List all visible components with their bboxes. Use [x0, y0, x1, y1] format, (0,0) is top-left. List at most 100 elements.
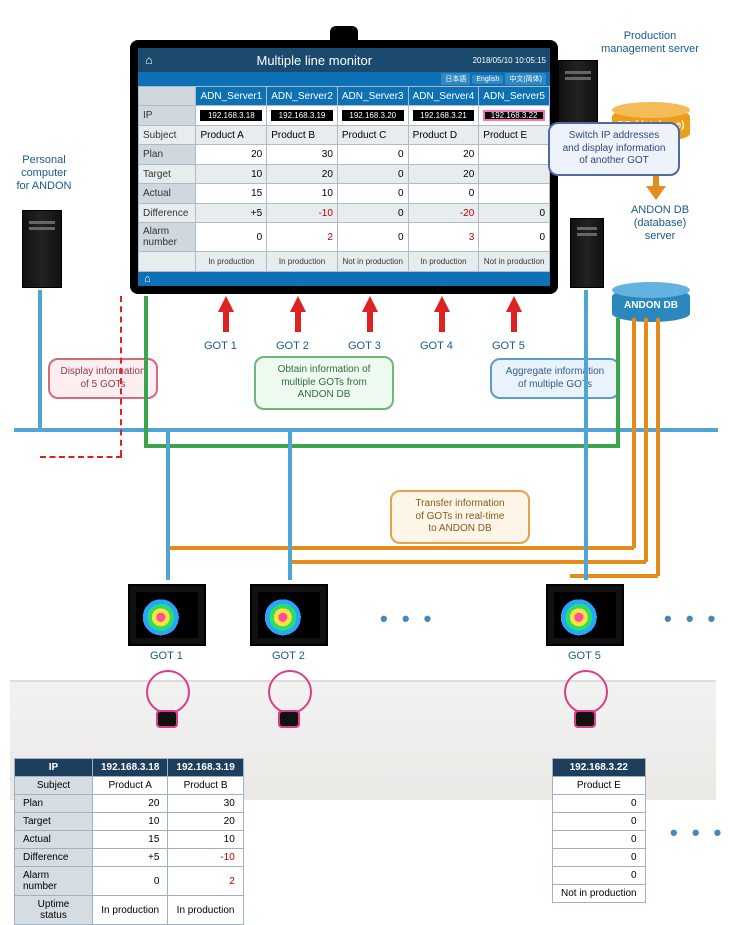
- status-4: In production: [408, 252, 479, 272]
- subject-4: Product D: [408, 125, 479, 144]
- plan-row: Plan 20 30 0 20: [139, 145, 550, 164]
- db-andon: ANDON DB: [612, 288, 690, 322]
- server-1: ADN_Server1: [196, 87, 267, 106]
- drop-got2: [288, 428, 292, 580]
- label-pc-andon: Personal computer for ANDON: [12, 154, 76, 194]
- circle-got5: [564, 670, 608, 714]
- ip-5[interactable]: 192.168.3.22: [483, 110, 545, 121]
- bubble-obtain: Obtain information of multiple GOTs from…: [254, 356, 394, 410]
- diff-5: 0: [479, 203, 550, 222]
- ellipsis-2: • • •: [664, 606, 719, 632]
- alarm-row: Alarm number 0 2 0 3 0: [139, 223, 550, 252]
- diff-1: +5: [196, 203, 267, 222]
- arrow-got5: [506, 296, 522, 312]
- title-bar: ⌂ Multiple line monitor 2018/05/10 10:05…: [138, 48, 550, 72]
- subject-row: Subject Product A Product B Product C Pr…: [139, 125, 550, 144]
- plan-5: [479, 145, 550, 164]
- actual-2: 10: [267, 184, 338, 203]
- net-or-2: [644, 318, 648, 562]
- ip-4[interactable]: 192.168.3.21: [413, 110, 475, 121]
- plan-1: 20: [196, 145, 267, 164]
- got-device-1: [128, 584, 206, 646]
- diff-3: 0: [337, 203, 408, 222]
- alarm-2: 2: [267, 223, 338, 252]
- summary-table-right: 192.168.3.22Product E00000Not in product…: [552, 758, 646, 903]
- net-red-dash-v: [120, 296, 122, 456]
- lang-en[interactable]: English: [472, 75, 503, 84]
- target-5: [479, 164, 550, 183]
- row-label-ip: IP: [139, 106, 196, 125]
- monitor-table: ADN_Server1 ADN_Server2 ADN_Server3 ADN_…: [138, 86, 550, 272]
- station-got2: [280, 712, 298, 726]
- bubble-aggregate: Aggregate information of multiple GOTs: [490, 358, 620, 399]
- row-label-target: Target: [139, 164, 196, 183]
- actual-row: Actual 15 10 0 0: [139, 184, 550, 203]
- net-green-v: [144, 296, 148, 444]
- diff-2: -10: [267, 203, 338, 222]
- datetime: 2018/05/10 10:05:15: [469, 56, 550, 65]
- got-device-5: [546, 584, 624, 646]
- circle-got2: [268, 670, 312, 714]
- target-4: 20: [408, 164, 479, 183]
- actual-1: 15: [196, 184, 267, 203]
- server-header-row: ADN_Server1 ADN_Server2 ADN_Server3 ADN_…: [139, 87, 550, 106]
- page-title: Multiple line monitor: [160, 53, 469, 68]
- summary-table-left: IP192.168.3.18192.168.3.19SubjectProduct…: [14, 758, 244, 925]
- got-device-2: [250, 584, 328, 646]
- target-3: 0: [337, 164, 408, 183]
- lang-zh[interactable]: 中文(简体): [505, 73, 546, 85]
- target-1: 10: [196, 164, 267, 183]
- station-got5: [576, 712, 594, 726]
- alarm-3: 0: [337, 223, 408, 252]
- net-or-h2: [288, 560, 646, 564]
- bubble-display5: Display information of 5 GOTs: [48, 358, 158, 399]
- bubble-transfer: Transfer information of GOTs in real-tim…: [390, 490, 530, 544]
- subject-2: Product B: [267, 125, 338, 144]
- home-icon[interactable]: ⌂: [138, 53, 160, 67]
- server-2: ADN_Server2: [267, 87, 338, 106]
- subject-3: Product C: [337, 125, 408, 144]
- row-label-plan: Plan: [139, 145, 196, 164]
- label-prod-server: Production management server: [590, 30, 710, 56]
- home-icon-footer[interactable]: ⌂: [138, 273, 157, 285]
- net-or-3: [656, 318, 660, 576]
- actual-4: 0: [408, 184, 479, 203]
- plan-3: 0: [337, 145, 408, 164]
- alarm-5: 0: [479, 223, 550, 252]
- actual-5: [479, 184, 550, 203]
- alarm-1: 0: [196, 223, 267, 252]
- got-label-3: GOT 3: [348, 340, 381, 353]
- got-dev-label-1: GOT 1: [150, 650, 183, 663]
- status-1: In production: [196, 252, 267, 272]
- station-got1: [158, 712, 176, 726]
- status-3: Not in production: [337, 252, 408, 272]
- plan-4: 20: [408, 145, 479, 164]
- status-5: Not in production: [479, 252, 550, 272]
- multi-line-monitor: ⌂ Multiple line monitor 2018/05/10 10:05…: [130, 40, 558, 294]
- db-andon-label: ANDON DB: [612, 288, 690, 322]
- got-label-5: GOT 5: [492, 340, 525, 353]
- server-3: ADN_Server3: [337, 87, 408, 106]
- lang-ja[interactable]: 日本語: [441, 73, 470, 85]
- bubble-switch-ip: Switch IP addresses and display informat…: [548, 122, 680, 176]
- row-label-subject: Subject: [139, 125, 196, 144]
- ip-row: IP 192.168.3.18 192.168.3.19 192.168.3.2…: [139, 106, 550, 125]
- status-row: In production In production Not in produ…: [139, 252, 550, 272]
- language-bar: 日本語 English 中文(简体): [138, 72, 550, 86]
- row-label-difference: Difference: [139, 203, 196, 222]
- ip-3[interactable]: 192.168.3.20: [342, 110, 404, 121]
- row-label-actual: Actual: [139, 184, 196, 203]
- drop-got5: [584, 428, 588, 580]
- status-2: In production: [267, 252, 338, 272]
- drop-got1: [166, 428, 170, 580]
- ellipsis-1: • • •: [380, 606, 435, 632]
- ip-1[interactable]: 192.168.3.18: [200, 110, 262, 121]
- alarm-4: 3: [408, 223, 479, 252]
- net-or-h1: [166, 546, 634, 550]
- difference-row: Difference +5 -10 0 -20 0: [139, 203, 550, 222]
- pc-andon-tower: [22, 210, 62, 288]
- ip-2[interactable]: 192.168.3.19: [271, 110, 333, 121]
- got-dev-label-2: GOT 2: [272, 650, 305, 663]
- andon-server-tower: [570, 218, 604, 288]
- got-label-4: GOT 4: [420, 340, 453, 353]
